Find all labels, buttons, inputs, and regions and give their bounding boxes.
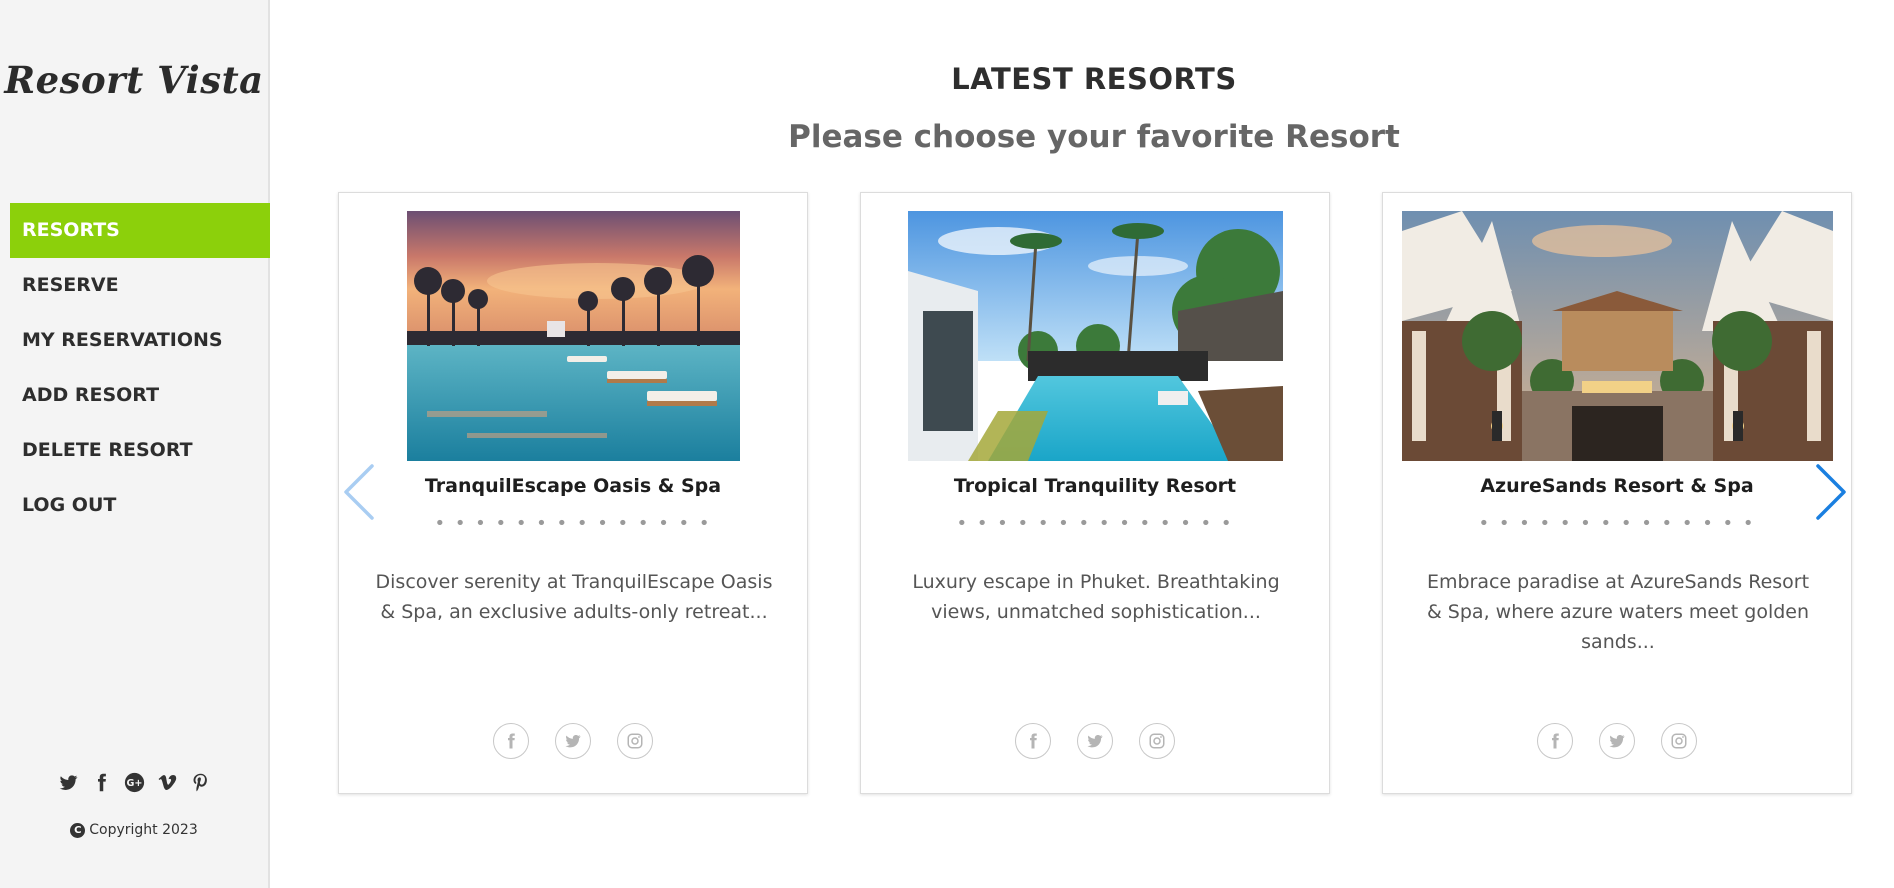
nav-item-delete-resort[interactable]: DELETE RESORT <box>10 423 270 478</box>
copyright: C Copyright 2023 <box>0 822 268 838</box>
sidebar-social-links: G+ <box>0 772 268 793</box>
nav-item-reserve[interactable]: RESERVE <box>10 258 270 313</box>
chevron-left-icon[interactable] <box>342 463 376 521</box>
site-logo[interactable]: Resort Vista <box>0 58 268 102</box>
sidebar-nav: RESORTS RESERVE MY RESERVATIONS ADD RESO… <box>10 203 270 533</box>
facebook-icon[interactable] <box>1015 723 1051 759</box>
google-plus-icon[interactable]: G+ <box>124 772 145 793</box>
divider-dots: • • • • • • • • • • • • • • <box>434 513 712 534</box>
resort-description: Embrace paradise at AzureSands Resort & … <box>1426 571 1810 653</box>
resort-card[interactable]: TranquilEscape Oasis & Spa • • • • • • •… <box>338 192 808 794</box>
resort-description: Discover serenity at TranquilEscape Oasi… <box>375 571 773 623</box>
copyright-text: Copyright 2023 <box>89 822 198 838</box>
resort-card[interactable]: Tropical Tranquility Resort • • • • • • … <box>860 192 1330 794</box>
resort-image[interactable] <box>908 211 1283 461</box>
page-subtitle: Please choose your favorite Resort <box>788 119 1400 155</box>
twitter-icon[interactable] <box>1599 723 1635 759</box>
pinterest-icon[interactable] <box>190 772 211 793</box>
chevron-right-icon[interactable] <box>1814 463 1848 521</box>
nav-item-log-out[interactable]: LOG OUT <box>10 478 270 533</box>
resort-description: Luxury escape in Phuket. Breathtaking vi… <box>912 571 1280 623</box>
nav-item-add-resort[interactable]: ADD RESORT <box>10 368 270 423</box>
divider-dots: • • • • • • • • • • • • • • <box>1478 513 1756 534</box>
page-title: LATEST RESORTS <box>951 62 1237 96</box>
facebook-icon[interactable] <box>1537 723 1573 759</box>
twitter-icon[interactable] <box>555 723 591 759</box>
resort-card[interactable]: AzureSands Resort & Spa • • • • • • • • … <box>1382 192 1852 794</box>
instagram-icon[interactable] <box>1139 723 1175 759</box>
resort-name[interactable]: AzureSands Resort & Spa <box>1383 475 1851 497</box>
twitter-icon[interactable] <box>58 772 79 793</box>
divider-dots: • • • • • • • • • • • • • • <box>956 513 1234 534</box>
resort-image[interactable] <box>407 211 740 461</box>
card-social-links <box>1383 723 1851 759</box>
nav-item-my-reservations[interactable]: MY RESERVATIONS <box>10 313 270 368</box>
card-social-links <box>339 723 807 759</box>
main-content: LATEST RESORTS Please choose your favori… <box>272 0 1894 888</box>
resort-image[interactable] <box>1402 211 1833 461</box>
instagram-icon[interactable] <box>617 723 653 759</box>
copyright-icon: C <box>70 823 86 838</box>
nav-item-resorts[interactable]: RESORTS <box>10 203 270 258</box>
facebook-icon[interactable] <box>91 772 112 793</box>
twitter-icon[interactable] <box>1077 723 1113 759</box>
resort-name[interactable]: Tropical Tranquility Resort <box>861 475 1329 497</box>
svg-text:G+: G+ <box>126 778 142 789</box>
resort-name[interactable]: TranquilEscape Oasis & Spa <box>339 475 807 497</box>
instagram-icon[interactable] <box>1661 723 1697 759</box>
sidebar: Resort Vista RESORTS RESERVE MY RESERVAT… <box>0 0 270 888</box>
facebook-icon[interactable] <box>493 723 529 759</box>
vimeo-icon[interactable] <box>157 772 178 793</box>
card-social-links <box>861 723 1329 759</box>
